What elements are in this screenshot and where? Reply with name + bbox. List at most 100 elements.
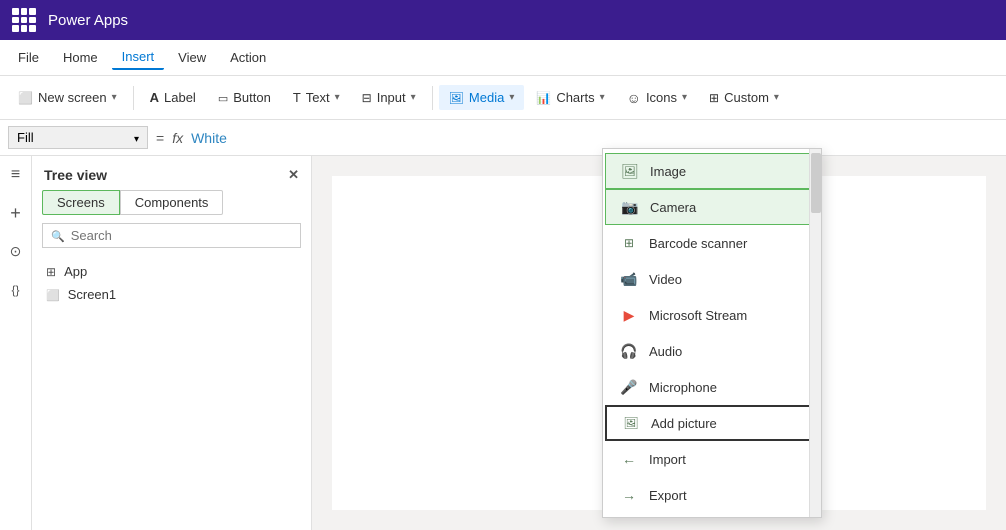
audio-label: Audio <box>649 344 682 359</box>
custom-chevron <box>774 92 779 103</box>
layers-icon[interactable] <box>5 164 27 186</box>
new-screen-label: New screen <box>38 90 107 105</box>
export-icon: → <box>619 485 639 505</box>
tree-tabs: Screens Components <box>32 190 311 215</box>
dropdown-item-import[interactable]: ← Import <box>603 441 821 477</box>
input-chevron <box>411 92 416 103</box>
tree-view-panel: Tree view Screens Components App Screen1 <box>32 156 312 530</box>
media-chevron <box>509 92 514 103</box>
property-selector[interactable]: Fill <box>8 126 148 149</box>
toolbar-divider-1 <box>133 86 134 110</box>
label-button[interactable]: Label <box>140 85 206 110</box>
camera-icon: 📷 <box>620 197 640 217</box>
input-btn-text: Input <box>377 90 406 105</box>
menu-insert[interactable]: Insert <box>112 45 165 70</box>
text-button[interactable]: Text <box>283 85 350 110</box>
formula-input[interactable]: White <box>191 130 227 146</box>
dropdown-item-microphone[interactable]: 🎤 Microphone <box>603 369 821 405</box>
charts-btn-text: Charts <box>556 90 594 105</box>
tree-view-close[interactable] <box>288 166 299 184</box>
screen1-icon <box>46 288 60 302</box>
search-input[interactable] <box>71 228 292 243</box>
tab-components[interactable]: Components <box>120 190 224 215</box>
button-btn-text: Button <box>233 90 271 105</box>
menu-view[interactable]: View <box>168 46 216 69</box>
text-icon <box>293 90 301 105</box>
text-chevron <box>335 92 340 103</box>
label-icon <box>150 90 159 105</box>
tab-screens[interactable]: Screens <box>42 190 120 215</box>
text-btn-text: Text <box>306 90 330 105</box>
microphone-icon: 🎤 <box>619 377 639 397</box>
media-button[interactable]: Media <box>439 85 525 110</box>
input-icon <box>362 90 372 105</box>
new-screen-chevron <box>112 92 117 103</box>
import-label: Import <box>649 452 686 467</box>
tree-item-app[interactable]: App <box>40 260 303 283</box>
export-label: Export <box>649 488 687 503</box>
screen-icon <box>18 90 33 105</box>
tree-item-screen1[interactable]: Screen1 <box>40 283 303 306</box>
label-btn-text: Label <box>164 90 196 105</box>
addpicture-label: Add picture <box>651 416 717 431</box>
menu-action[interactable]: Action <box>220 46 276 69</box>
dropdown-item-image[interactable]: 🖼 Image <box>605 153 819 189</box>
tree-search-box[interactable] <box>42 223 301 248</box>
barcode-label: Barcode scanner <box>649 236 747 251</box>
property-chevron <box>134 130 139 145</box>
menu-home[interactable]: Home <box>53 46 108 69</box>
image-label: Image <box>650 164 686 179</box>
stream-label: Microsoft Stream <box>649 308 747 323</box>
toolbar: New screen Label Button Text Input Media… <box>0 76 1006 120</box>
menu-file[interactable]: File <box>8 46 49 69</box>
app-grid-icon[interactable] <box>12 8 36 32</box>
tree-view-title: Tree view <box>44 167 107 183</box>
vars-icon[interactable] <box>5 278 27 300</box>
button-icon <box>218 90 228 105</box>
input-button[interactable]: Input <box>352 85 426 110</box>
charts-icon <box>536 90 551 105</box>
dropdown-scrollbar[interactable] <box>809 149 821 517</box>
charts-chevron <box>600 92 605 103</box>
dropdown-scroll-thumb <box>811 153 821 213</box>
tree-item-app-label: App <box>64 264 87 279</box>
tree-items-list: App Screen1 <box>32 256 311 310</box>
media-icon <box>449 90 464 105</box>
search-icon <box>51 228 65 243</box>
import-icon: ← <box>619 449 639 469</box>
icons-icon <box>627 90 641 106</box>
formula-equals: = <box>156 130 164 146</box>
data-icon[interactable] <box>5 240 27 262</box>
icons-chevron <box>682 92 687 103</box>
dropdown-item-video[interactable]: 📹 Video <box>603 261 821 297</box>
dropdown-item-audio[interactable]: 🎧 Audio <box>603 333 821 369</box>
dropdown-item-addpicture[interactable]: 🖼 Add picture <box>605 405 819 441</box>
tree-view-header: Tree view <box>32 156 311 190</box>
main-layout: Tree view Screens Components App Screen1 <box>0 156 1006 530</box>
stream-icon: ▶ <box>619 305 639 325</box>
charts-button[interactable]: Charts <box>526 85 614 110</box>
barcode-icon: ⊞ <box>619 233 639 253</box>
custom-btn-text: Custom <box>724 90 769 105</box>
custom-button[interactable]: Custom <box>699 85 789 110</box>
icons-button[interactable]: Icons <box>617 85 697 111</box>
custom-icon <box>709 90 719 105</box>
menu-bar: File Home Insert View Action <box>0 40 1006 76</box>
new-screen-button[interactable]: New screen <box>8 85 127 110</box>
video-label: Video <box>649 272 682 287</box>
dropdown-item-export[interactable]: → Export <box>603 477 821 513</box>
dropdown-item-stream[interactable]: ▶ Microsoft Stream <box>603 297 821 333</box>
dropdown-item-camera[interactable]: 📷 Camera <box>605 189 819 225</box>
dropdown-item-barcode[interactable]: ⊞ Barcode scanner <box>603 225 821 261</box>
plus-icon[interactable] <box>5 202 27 224</box>
media-dropdown: 🖼 Image 📷 Camera ⊞ Barcode scanner 📹 Vid… <box>602 148 822 518</box>
app-icon <box>46 265 56 279</box>
canvas-area: 🖼 Image 📷 Camera ⊞ Barcode scanner 📹 Vid… <box>312 156 1006 530</box>
microphone-label: Microphone <box>649 380 717 395</box>
title-bar: Power Apps <box>0 0 1006 40</box>
video-icon: 📹 <box>619 269 639 289</box>
app-title: Power Apps <box>48 12 128 29</box>
button-button[interactable]: Button <box>208 85 281 110</box>
formula-bar: Fill = fx White <box>0 120 1006 156</box>
media-btn-text: Media <box>469 90 504 105</box>
